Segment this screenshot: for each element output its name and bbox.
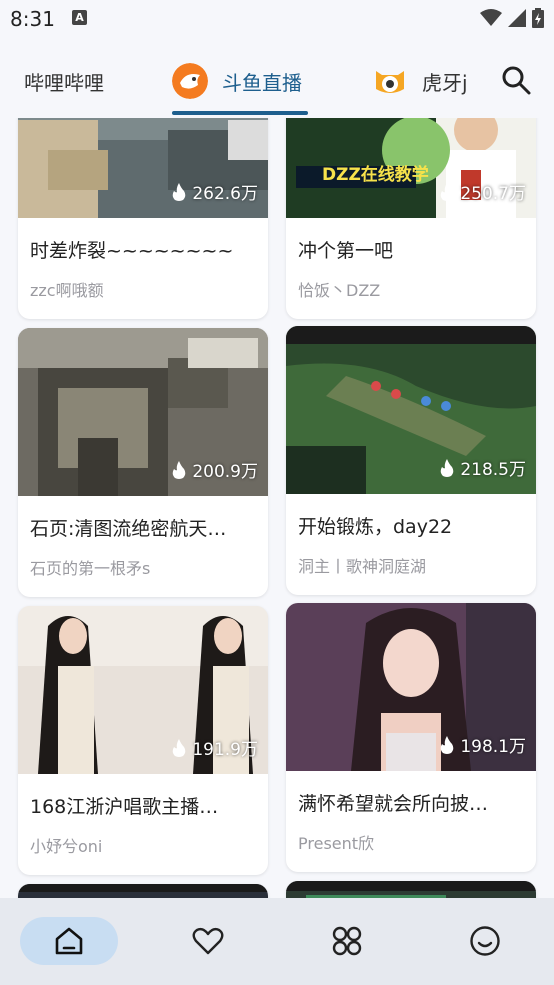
streamer-name: 石页的第一根矛s <box>30 559 151 578</box>
stream-card[interactable]: 198.1万 满怀希望就会所向披… Present欣 <box>286 603 536 872</box>
thumbnail-overlay-text: DZZ在线教学 <box>322 165 429 185</box>
stream-thumbnail: 200.9万 <box>18 328 268 496</box>
heat-count: 191.9万 <box>172 735 258 760</box>
search-icon[interactable] <box>500 64 532 96</box>
stream-thumbnail: DZZ在线教学 250.7万 <box>286 118 536 218</box>
fire-icon <box>441 735 454 754</box>
stream-card[interactable]: 200.9万 石页:清图流绝密航天… 石页的第一根矛s <box>18 328 268 597</box>
home-icon <box>55 927 83 955</box>
platform-tabs: 哔哩哔哩 斗鱼直播 虎牙j <box>0 48 554 118</box>
signal-icon <box>508 9 526 27</box>
stream-title: 冲个第一吧 <box>298 240 394 262</box>
status-icons <box>480 8 544 28</box>
stream-card[interactable]: 191.9万 168江浙沪唱歌主播… 小妤兮oni <box>18 606 268 875</box>
heat-value: 250.7万 <box>460 184 526 204</box>
tab-bilibili[interactable]: 哔哩哔哩 <box>24 48 104 114</box>
active-tab-indicator <box>172 111 308 115</box>
stream-title: 满怀希望就会所向披… <box>298 793 489 815</box>
nav-favorites[interactable] <box>159 917 257 965</box>
status-time: 8:31 <box>10 7 55 31</box>
bottom-navigation <box>0 898 554 985</box>
stream-card[interactable] <box>286 881 536 898</box>
fire-icon <box>441 182 454 201</box>
fire-icon <box>173 738 186 757</box>
heat-count: 198.1万 <box>440 732 526 757</box>
heart-icon <box>192 927 224 955</box>
tab-douyu[interactable]: 斗鱼直播 <box>172 48 302 114</box>
stream-feed: 262.6万 时差炸裂~~~~~~~~ zzc啊哦额 DZZ在线教学 250.7… <box>0 118 554 898</box>
stream-thumbnail: 262.6万 <box>18 118 268 218</box>
heat-count: 262.6万 <box>172 179 258 204</box>
tab-label: 斗鱼直播 <box>222 70 302 95</box>
stream-thumbnail <box>18 884 268 898</box>
stream-thumbnail <box>286 881 536 898</box>
tab-label: 虎牙j <box>422 70 468 95</box>
streamer-name: 洞主丨歌神洞庭湖 <box>298 557 427 576</box>
battery-icon <box>532 8 544 28</box>
stream-title: 时差炸裂~~~~~~~~ <box>30 240 234 262</box>
stream-card[interactable]: 218.5万 开始锻炼，day22 洞主丨歌神洞庭湖 <box>286 326 536 595</box>
heat-value: 200.9万 <box>192 462 258 482</box>
status-bar: 8:31 A <box>0 0 554 38</box>
stream-thumbnail: 191.9万 <box>18 606 268 774</box>
streamer-name: 恰饭丶DZZ <box>298 281 381 300</box>
streamer-name: zzc啊哦额 <box>30 281 104 300</box>
heat-value: 218.5万 <box>460 460 526 480</box>
heat-count: 250.7万 <box>440 179 526 204</box>
stream-thumbnail: 198.1万 <box>286 603 536 771</box>
fire-icon <box>441 458 454 477</box>
fire-icon <box>173 460 186 479</box>
stream-card[interactable]: DZZ在线教学 250.7万 冲个第一吧 恰饭丶DZZ <box>286 118 536 319</box>
fire-icon <box>173 182 186 201</box>
stream-title: 石页:清图流绝密航天… <box>30 518 227 540</box>
stream-title: 168江浙沪唱歌主播… <box>30 796 219 818</box>
streamer-name: Present欣 <box>298 834 375 853</box>
huya-logo-icon <box>376 71 404 93</box>
stream-card[interactable]: 262.6万 时差炸裂~~~~~~~~ zzc啊哦额 <box>18 118 268 319</box>
stream-card[interactable] <box>18 884 268 898</box>
heat-count: 218.5万 <box>440 455 526 480</box>
nav-categories[interactable] <box>298 917 396 965</box>
stream-thumbnail: 218.5万 <box>286 326 536 494</box>
tab-huya[interactable]: 虎牙j <box>372 48 468 114</box>
wifi-icon <box>480 9 502 26</box>
streamer-name: 小妤兮oni <box>30 837 103 856</box>
tab-label: 哔哩哔哩 <box>24 70 104 95</box>
apps-icon <box>332 926 362 956</box>
nav-profile[interactable] <box>436 917 534 965</box>
douyu-logo-icon <box>172 63 208 99</box>
heat-value: 262.6万 <box>192 184 258 204</box>
stream-title: 开始锻炼，day22 <box>298 516 453 538</box>
app-screen: 8:31 A 哔哩哔哩 斗鱼直播 虎牙j 262.6万 时差炸裂~~~~~~~~… <box>0 0 554 985</box>
smile-icon <box>470 926 500 956</box>
heat-value: 191.9万 <box>192 740 258 760</box>
nav-home[interactable] <box>20 917 118 965</box>
notification-icon: A <box>72 10 87 25</box>
heat-value: 198.1万 <box>460 737 526 757</box>
heat-count: 200.9万 <box>172 457 258 482</box>
